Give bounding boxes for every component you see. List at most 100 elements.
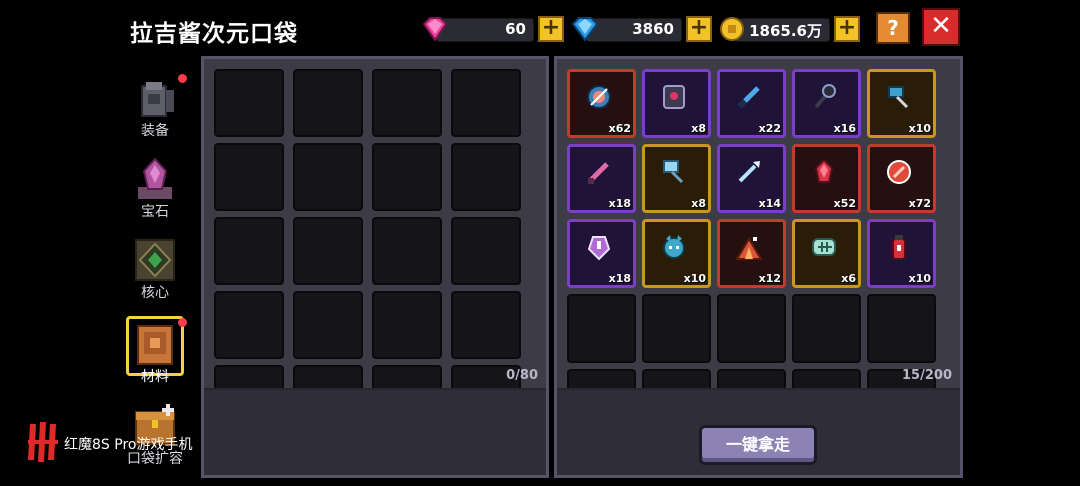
empty-slot[interactable] xyxy=(293,69,363,137)
inventory-item[interactable]: x12 xyxy=(717,219,786,288)
close-button[interactable]: ✕ xyxy=(922,8,960,46)
red-crystal-icon xyxy=(814,158,834,183)
item-count: x62 xyxy=(608,122,631,135)
pink-sword-icon xyxy=(588,162,609,184)
inventory-item[interactable]: x14 xyxy=(717,144,786,213)
item-count: x10 xyxy=(908,122,931,135)
item-count: x22 xyxy=(758,122,781,135)
pink-gem-currency: 60 + xyxy=(420,16,564,42)
inventory-item[interactable]: x6 xyxy=(792,219,861,288)
inventory-item[interactable]: x16 xyxy=(792,69,861,138)
empty-slot[interactable] xyxy=(451,291,521,359)
ice-hammer-icon xyxy=(663,160,684,184)
right-slot-grid: x62 x8 x22 x16 x10 x18 x8 x14 x52 x72 x18 x10 x12 x6 x… xyxy=(567,69,953,393)
tab-materials-label: 材料 xyxy=(141,369,169,385)
item-count: x6 xyxy=(841,272,856,285)
item-count: x18 xyxy=(608,197,631,210)
pink-gem-icon xyxy=(422,17,448,42)
blue-diamond-icon xyxy=(571,17,599,42)
inventory-item[interactable]: x10 xyxy=(867,69,936,138)
empty-slot[interactable] xyxy=(293,217,363,285)
item-count: x52 xyxy=(833,197,856,210)
fish-skeleton-icon xyxy=(812,238,836,256)
empty-slot[interactable] xyxy=(567,294,636,363)
item-count: x8 xyxy=(691,122,706,135)
add-blue-diamond-button[interactable]: + xyxy=(686,16,712,42)
pink-gem-amount: 60 xyxy=(505,20,526,38)
ice-spear-icon xyxy=(738,161,760,183)
blue-hammer-icon xyxy=(888,86,909,109)
fire-pile-icon xyxy=(735,237,763,260)
blue-blade-icon xyxy=(738,86,760,108)
empty-slot[interactable] xyxy=(293,291,363,359)
add-pink-gem-button[interactable]: + xyxy=(538,16,564,42)
equipment-icon xyxy=(141,82,174,117)
materials-icon xyxy=(137,325,173,365)
inventory-item[interactable]: x8 xyxy=(642,144,711,213)
add-gold-coin-button[interactable]: + xyxy=(834,16,860,42)
inventory-item[interactable]: x72 xyxy=(867,144,936,213)
item-count: x12 xyxy=(758,272,781,285)
core-icon xyxy=(135,239,175,281)
empty-slot[interactable] xyxy=(792,294,861,363)
left-capacity: 0/80 xyxy=(506,368,538,383)
inventory-item[interactable]: x62 xyxy=(567,69,636,138)
inventory-item[interactable]: x52 xyxy=(792,144,861,213)
item-count: x8 xyxy=(691,197,706,210)
empty-slot[interactable] xyxy=(214,143,284,211)
blue-diamond-currency: 3860 + xyxy=(570,16,712,42)
help-button[interactable]: ? xyxy=(876,12,910,44)
watermark-text: 红魔8S Pro游戏手机 xyxy=(64,437,193,453)
tab-core[interactable]: 核心 xyxy=(122,238,188,302)
purple-potion-icon xyxy=(587,236,611,261)
empty-slot[interactable] xyxy=(372,291,442,359)
shield-badge-icon xyxy=(663,85,685,109)
empty-slot[interactable] xyxy=(372,143,442,211)
inventory-item[interactable]: x8 xyxy=(642,69,711,138)
red-magic-logo-icon xyxy=(28,422,58,462)
empty-slot[interactable] xyxy=(867,294,936,363)
gemstone-icon xyxy=(138,157,172,199)
empty-slot[interactable] xyxy=(451,217,521,285)
empty-slot[interactable] xyxy=(293,143,363,211)
dark-mace-icon xyxy=(814,84,836,109)
blue-creature-icon xyxy=(663,235,685,259)
item-count: x72 xyxy=(908,197,931,210)
empty-slot[interactable] xyxy=(372,217,442,285)
device-watermark: 红魔8S Pro游戏手机 xyxy=(26,420,192,468)
empty-slot[interactable] xyxy=(372,69,442,137)
take-all-button[interactable]: 一键拿走 xyxy=(699,425,817,465)
left-panel-footer: 0/80 xyxy=(204,368,546,475)
gold-coin-amount: 1865.6万 xyxy=(749,22,822,40)
tab-equipment[interactable]: 装备 xyxy=(122,72,189,140)
compass-icon xyxy=(587,85,611,109)
blue-diamond-amount: 3860 xyxy=(632,20,674,38)
red-extinguisher-icon xyxy=(892,235,906,260)
empty-slot[interactable] xyxy=(451,69,521,137)
right-capacity: 15/200 xyxy=(902,368,952,383)
inventory-item[interactable]: x10 xyxy=(642,219,711,288)
inventory-item[interactable]: x22 xyxy=(717,69,786,138)
left-slot-grid xyxy=(214,69,538,393)
gold-coin-currency: 1865.6万 + xyxy=(718,16,860,42)
empty-slot[interactable] xyxy=(214,291,284,359)
page-title: 拉吉酱次元口袋 xyxy=(130,21,298,47)
tab-materials[interactable]: 材料 xyxy=(122,316,189,386)
empty-slot[interactable] xyxy=(214,217,284,285)
item-count: x14 xyxy=(758,197,781,210)
item-count: x10 xyxy=(683,272,706,285)
empty-slot[interactable] xyxy=(451,143,521,211)
storage-panel-right: x62 x8 x22 x16 x10 x18 x8 x14 x52 x72 x18 x10 x12 x6 x… xyxy=(554,56,963,478)
item-count: x10 xyxy=(908,272,931,285)
item-count: x16 xyxy=(833,122,856,135)
tab-gemstone[interactable]: 宝石 xyxy=(122,157,188,221)
empty-slot[interactable] xyxy=(642,294,711,363)
empty-slot[interactable] xyxy=(214,69,284,137)
red-orb-icon xyxy=(887,160,911,184)
item-count: x18 xyxy=(608,272,631,285)
inventory-item[interactable]: x10 xyxy=(867,219,936,288)
inventory-item[interactable]: x18 xyxy=(567,219,636,288)
gold-coin-icon xyxy=(720,17,744,41)
inventory-item[interactable]: x18 xyxy=(567,144,636,213)
empty-slot[interactable] xyxy=(717,294,786,363)
